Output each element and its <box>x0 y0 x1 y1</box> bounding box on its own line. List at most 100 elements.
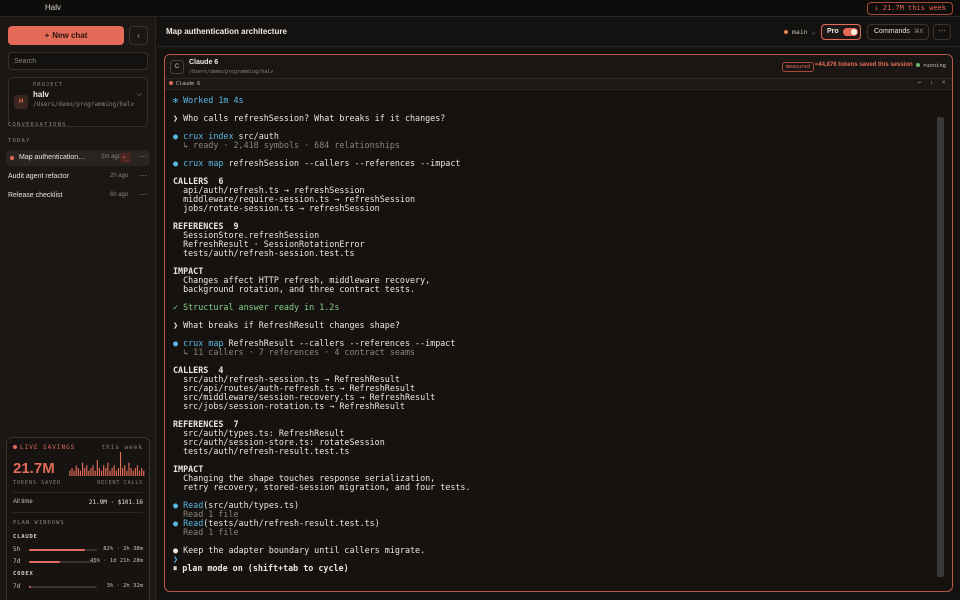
plan-window-value: 82% · 2h 38m <box>103 546 143 552</box>
search-input[interactable] <box>8 52 148 70</box>
conversation-title: Audit agent refactor <box>8 173 70 180</box>
plan-group-codex: CODEX <box>13 571 34 577</box>
today-section-label: TODAY <box>8 138 31 144</box>
recent-call-bar <box>107 462 109 476</box>
conversation-more-icon[interactable]: ··· <box>139 171 147 180</box>
live-savings-card: LIVE SAVINGS this week 21.7M TOKENS SAVE… <box>6 437 150 600</box>
terminal-line-text: ✻ Worked 1m 4s <box>173 95 244 105</box>
terminal-line-text: background rotation, and three contract … <box>173 284 416 294</box>
conversation-item-active[interactable]: Map authentication… 2m ago >_ ··· <box>6 150 150 166</box>
new-chat-label: New chat <box>52 31 88 40</box>
toggle-knob <box>851 29 857 35</box>
plan-window-value: 45% · 1d 21h 28m <box>90 558 143 564</box>
measured-badge: measured <box>782 62 815 72</box>
branch-selector[interactable]: main ⌄ <box>784 28 816 36</box>
recent-call-bar <box>105 468 107 476</box>
plan-window-fill <box>29 561 60 563</box>
pro-toggle[interactable]: Pro <box>821 24 861 40</box>
terminal-line-text: src/jobs/session-rotation.ts → RefreshRe… <box>173 401 405 411</box>
plan-window-fill <box>29 549 85 551</box>
recent-call-bar <box>109 470 111 476</box>
conversation-more-icon[interactable]: ··· <box>139 152 147 161</box>
tokens-saved-value: 21.7M <box>13 460 55 477</box>
session-header: C Claude 6 /Users/demo/programming/halv … <box>165 55 952 79</box>
conversation-more-icon[interactable]: ··· <box>139 190 147 199</box>
recent-call-bar <box>138 470 141 476</box>
terminal-line-text: ↳ ready · 2,418 symbols · 684 relationsh… <box>173 140 400 150</box>
session-avatar: C <box>170 60 184 74</box>
terminal-line: ● Read(src/auth/types.ts) <box>173 501 933 510</box>
more-options-button[interactable]: ··· <box>933 24 951 40</box>
weekly-savings-pill[interactable]: ↓ 21.7M this week <box>867 2 953 15</box>
terminal-icon: >_ <box>120 153 131 163</box>
conversation-item[interactable]: Audit agent refactor 2h ago ··· <box>6 169 150 185</box>
recent-call-bar <box>128 462 130 476</box>
commands-button[interactable]: Commands ⌘K <box>867 24 929 40</box>
terminal-line-text: tests/auth/refresh-result.test.ts <box>173 446 350 456</box>
recent-call-bar <box>113 465 115 476</box>
terminal-tab[interactable]: Claude 6 <box>169 81 200 87</box>
terminal-line: tests/auth/refresh-result.test.ts <box>173 447 933 456</box>
all-time-value: 21.9M · $101.16 <box>88 499 143 506</box>
terminal-line-text: retry recovery, stored-session migration… <box>173 482 471 492</box>
recent-calls-label: RECENT CALLS <box>97 480 143 486</box>
session-path: /Users/demo/programming/halv <box>189 69 274 75</box>
tool-argument: refreshSession --callers --references --… <box>223 158 461 168</box>
conversation-time: 2m ago <box>101 154 122 160</box>
session-status: running <box>915 63 946 69</box>
more-icon: ··· <box>938 26 946 35</box>
recent-call-bar <box>92 465 94 476</box>
recent-call-bar <box>117 468 120 476</box>
session-tokens-saved: ≈44,876 tokens saved this session <box>815 62 913 68</box>
recent-call-bar <box>86 465 88 476</box>
terminal-tab-strip: Claude 6 ⌐ ↓ × <box>165 79 952 90</box>
terminal-line: ↳ 11 callers · 7 references · 4 contract… <box>173 348 933 357</box>
title-bar: Halv ↓ 21.7M this week <box>0 0 960 17</box>
terminal-line: tests/auth/refresh-session.test.ts <box>173 249 933 258</box>
chat-title: Map authentication architecture <box>166 27 287 36</box>
project-path: /Users/demo/programming/halv <box>33 101 135 108</box>
project-avatar: H <box>14 95 28 109</box>
project-selector[interactable]: PROJECT H halv /Users/demo/programming/h… <box>8 77 148 127</box>
terminal-line: ● Keep the adapter boundary until caller… <box>173 546 933 555</box>
recent-call-bar <box>122 468 124 476</box>
new-chat-button[interactable]: + New chat <box>8 26 124 45</box>
main-panel: Map authentication architecture main ⌄ P… <box>157 17 960 600</box>
plan-window-fill <box>29 586 32 588</box>
terminal-output[interactable]: ✻ Worked 1m 4s ❯ Who calls refreshSession… <box>173 96 933 573</box>
collapse-sidebar-button[interactable]: ‹ <box>129 26 148 45</box>
conversation-item[interactable]: Release checklist 6h ago ··· <box>6 188 150 204</box>
terminal-line-text: ❯ Who calls refreshSession? What breaks … <box>173 113 446 123</box>
conversation-time: 2h ago <box>110 173 129 179</box>
recent-call-bar <box>96 460 98 476</box>
recent-call-bar <box>75 465 77 476</box>
terminal-line: ⏸ plan mode on (shift+tab to cycle) <box>173 564 933 573</box>
terminal-line-text: ⏸ plan mode on (shift+tab to cycle) <box>173 563 349 573</box>
plan-window-value: 3% · 2h 32m <box>106 583 143 589</box>
recent-call-bar <box>71 468 73 476</box>
tool-bullet-icon: ● <box>173 158 184 168</box>
project-label: PROJECT <box>33 82 64 88</box>
live-savings-label: LIVE SAVINGS <box>13 444 75 451</box>
close-icon[interactable]: × <box>942 80 946 86</box>
terminal-line: src/jobs/session-rotation.ts → RefreshRe… <box>173 402 933 411</box>
download-icon[interactable]: ↓ <box>930 80 933 86</box>
recent-call-bar <box>88 470 90 476</box>
minimize-icon[interactable]: ⌐ <box>918 80 922 86</box>
tool-command: crux map <box>183 158 224 168</box>
terminal-line-text: jobs/rotate-session.ts → refreshSession <box>173 203 380 213</box>
recent-call-bar <box>77 468 79 476</box>
terminal-scrollbar[interactable] <box>937 117 944 577</box>
recent-call-bar <box>119 452 122 476</box>
terminal-line: ↳ ready · 2,418 symbols · 684 relationsh… <box>173 141 933 150</box>
recent-call-bar <box>94 470 96 476</box>
terminal-line-text: ❯ What breaks if RefreshResult changes s… <box>173 320 400 330</box>
tab-dot-icon <box>169 81 173 85</box>
plan-window-bar <box>29 549 97 551</box>
terminal-line: Read 1 file <box>173 528 933 537</box>
terminal-line: ● crux map refreshSession --callers --re… <box>173 159 933 168</box>
recent-call-bar <box>84 468 86 476</box>
